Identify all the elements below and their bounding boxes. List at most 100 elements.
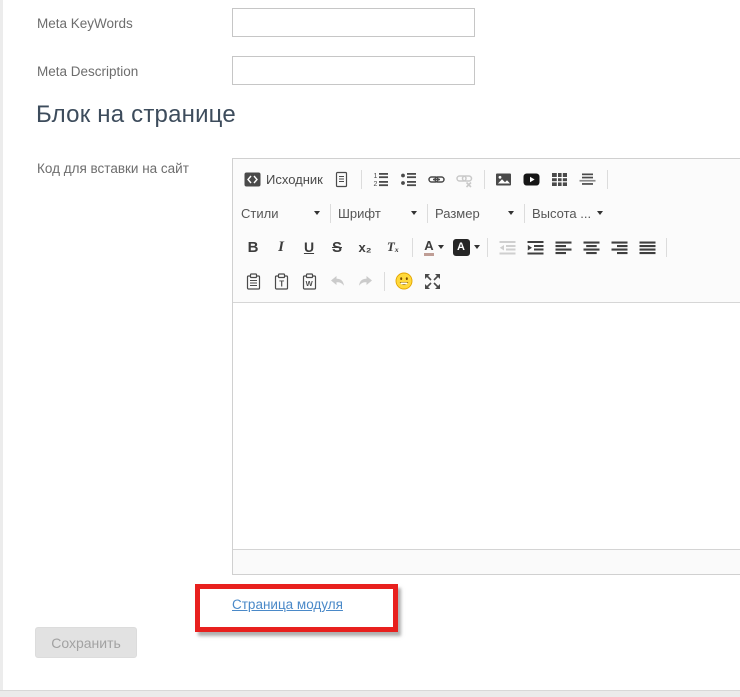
chevron-down-icon: [597, 211, 603, 215]
template-button[interactable]: [329, 166, 355, 192]
svg-text:W: W: [305, 279, 313, 288]
bg-color-icon: A: [453, 239, 470, 256]
paste-button[interactable]: [240, 268, 266, 294]
toolbar-separator: [607, 170, 608, 189]
paste-word-icon: W: [301, 273, 318, 290]
meta-description-input[interactable]: [232, 56, 475, 85]
toolbar-row-3: B I U S x₂ Tₓ A A: [239, 230, 740, 264]
page-bottom-edge: [0, 690, 740, 697]
youtube-icon: [523, 171, 540, 188]
editor-toolbar: Исходник 12 Стили Шрифт: [233, 159, 740, 303]
toolbar-separator: [427, 204, 428, 223]
align-center-button[interactable]: [578, 234, 604, 260]
page: Meta KeyWords Meta Description Блок на с…: [0, 0, 740, 697]
chevron-down-icon: [474, 245, 480, 249]
chevron-down-icon: [314, 211, 320, 215]
text-color-button[interactable]: A: [419, 234, 449, 260]
maximize-icon: [424, 273, 441, 290]
font-dropdown[interactable]: Шрифт: [336, 200, 422, 226]
numbered-list-icon: 12: [372, 171, 389, 188]
bold-button[interactable]: B: [240, 234, 266, 260]
size-dropdown[interactable]: Размер: [433, 200, 519, 226]
indent-icon: [527, 239, 544, 256]
maximize-button[interactable]: [419, 268, 445, 294]
editor-status-bar: [233, 549, 740, 574]
horizontal-rule-icon: [579, 171, 596, 188]
justify-icon: [639, 239, 656, 256]
image-icon: [495, 171, 512, 188]
line-height-dropdown-label: Высота ...: [532, 206, 591, 221]
paste-word-button[interactable]: W: [296, 268, 322, 294]
align-right-button[interactable]: [606, 234, 632, 260]
undo-button[interactable]: [324, 268, 350, 294]
panel-left-edge: [0, 0, 3, 690]
toolbar-separator: [330, 204, 331, 223]
unlink-button[interactable]: [452, 166, 478, 192]
save-button[interactable]: Сохранить: [35, 627, 137, 658]
bg-color-button[interactable]: A: [451, 234, 481, 260]
toolbar-row-4: T W: [239, 264, 740, 298]
toolbar-separator: [484, 170, 485, 189]
meta-keywords-label: Meta KeyWords: [37, 16, 133, 31]
svg-text:1: 1: [374, 173, 378, 180]
meta-description-label: Meta Description: [37, 64, 138, 79]
editor-field-label: Код для вставки на сайт: [37, 161, 189, 176]
numbered-list-button[interactable]: 12: [368, 166, 394, 192]
chevron-down-icon: [508, 211, 514, 215]
paste-icon: [245, 273, 262, 290]
horizontal-rule-button[interactable]: [575, 166, 601, 192]
unlink-icon: [456, 171, 473, 188]
toolbar-separator: [384, 272, 385, 291]
align-right-icon: [611, 239, 628, 256]
redo-button[interactable]: [352, 268, 378, 294]
indent-button[interactable]: [522, 234, 548, 260]
outdent-button[interactable]: [494, 234, 520, 260]
toolbar-row-2: Стили Шрифт Размер Высота ...: [239, 196, 740, 230]
undo-icon: [329, 273, 346, 290]
link-button[interactable]: [424, 166, 450, 192]
bulleted-list-button[interactable]: [396, 166, 422, 192]
italic-button[interactable]: I: [268, 234, 294, 260]
source-icon: [244, 171, 261, 188]
remove-format-button[interactable]: Tₓ: [380, 234, 406, 260]
align-center-icon: [583, 239, 600, 256]
youtube-button[interactable]: [519, 166, 545, 192]
module-page-link[interactable]: Страница модуля: [232, 597, 343, 612]
paste-text-button[interactable]: T: [268, 268, 294, 294]
link-icon: [428, 171, 445, 188]
chevron-down-icon: [438, 245, 444, 249]
underline-button[interactable]: U: [296, 234, 322, 260]
size-dropdown-label: Размер: [435, 206, 480, 221]
styles-dropdown-label: Стили: [241, 206, 278, 221]
strikethrough-button[interactable]: S: [324, 234, 350, 260]
source-button[interactable]: Исходник: [240, 166, 327, 192]
justify-button[interactable]: [634, 234, 660, 260]
template-icon: [333, 171, 350, 188]
source-label: Исходник: [266, 172, 323, 187]
svg-text:T: T: [279, 279, 284, 288]
page-title: Блок на странице: [36, 101, 236, 129]
align-left-button[interactable]: [550, 234, 576, 260]
editor-content-area[interactable]: [233, 303, 740, 549]
line-height-dropdown[interactable]: Высота ...: [530, 200, 608, 226]
smiley-button[interactable]: [391, 268, 417, 294]
table-icon: [551, 171, 568, 188]
toolbar-separator: [666, 238, 667, 257]
chevron-down-icon: [411, 211, 417, 215]
align-left-icon: [555, 239, 572, 256]
svg-text:2: 2: [374, 181, 378, 188]
table-button[interactable]: [547, 166, 573, 192]
image-button[interactable]: [491, 166, 517, 192]
text-color-icon: A: [424, 239, 433, 256]
redo-icon: [357, 273, 374, 290]
toolbar-separator: [412, 238, 413, 257]
font-dropdown-label: Шрифт: [338, 206, 381, 221]
subscript-button[interactable]: x₂: [352, 234, 378, 260]
rich-text-editor: Исходник 12 Стили Шрифт: [232, 158, 740, 575]
smiley-icon: [395, 272, 413, 290]
toolbar-separator: [487, 238, 488, 257]
toolbar-separator: [524, 204, 525, 223]
toolbar-row-1: Исходник 12: [239, 162, 740, 196]
styles-dropdown[interactable]: Стили: [239, 200, 325, 226]
meta-keywords-input[interactable]: [232, 8, 475, 37]
